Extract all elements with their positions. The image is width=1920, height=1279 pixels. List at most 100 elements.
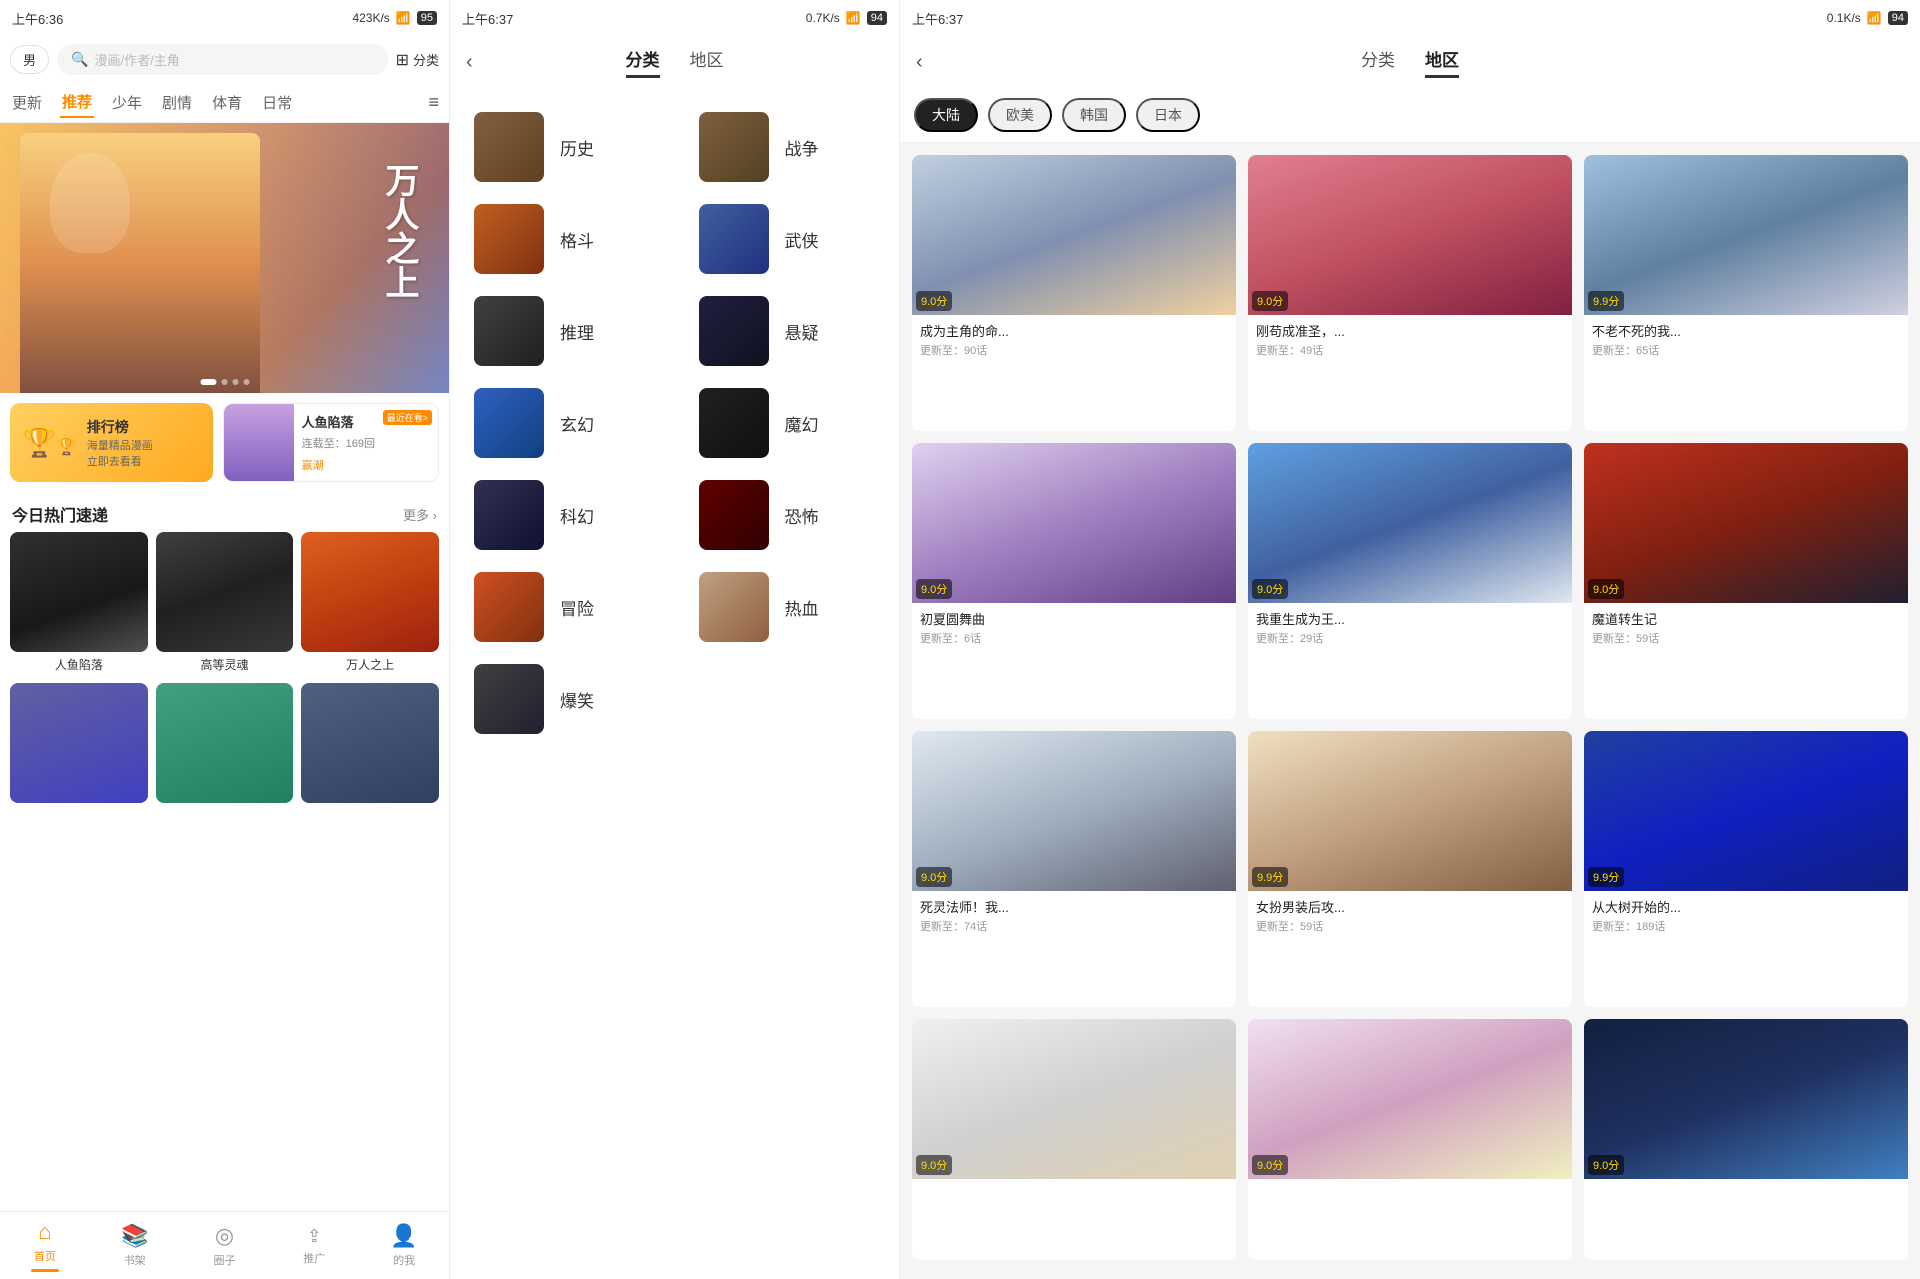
- cat-item-magic[interactable]: 魔幻: [691, 384, 884, 462]
- cat-label-adv: 冒险: [560, 595, 594, 620]
- cat-label-hot: 热血: [785, 595, 819, 620]
- cat-tab-region[interactable]: 地区: [690, 46, 724, 78]
- region-manga-2[interactable]: 9.0分 刚苟成准圣，... 更新至：49话: [1248, 155, 1572, 431]
- search-input-area[interactable]: 漫画/作者/主角: [57, 44, 388, 75]
- tab-youth[interactable]: 少年: [110, 88, 144, 117]
- cat-item-fight[interactable]: 格斗: [466, 200, 659, 278]
- reg-header: ‹ 分类 地区: [900, 36, 1920, 88]
- search-icon: [71, 51, 88, 68]
- nav-shelf[interactable]: 📚 书架: [90, 1217, 180, 1274]
- cat-item-reason[interactable]: 推理: [466, 292, 659, 370]
- region-title-9: 从大树开始的...: [1592, 897, 1900, 916]
- cat-label-hist: 历史: [560, 135, 594, 160]
- region-cover-1: 9.0分: [912, 155, 1236, 315]
- cat-left-col: 历史 格斗 推理 玄幻 科幻 冒险: [450, 96, 675, 750]
- region-update-2: 更新至：49话: [1256, 342, 1564, 358]
- nav-tabs: 更新 推荐 少年 剧情 体育 日常 ≡: [0, 83, 449, 123]
- cat-item-wuxia[interactable]: 武侠: [691, 200, 884, 278]
- cat-status-bar: 上午6:37 0.7K/s 📶 94: [450, 0, 899, 36]
- classify-button[interactable]: ⊞ 分类: [396, 50, 439, 70]
- status-bar: 上午6:36 423K/s 📶 95: [0, 0, 449, 36]
- nav-community[interactable]: ◎ 圈子: [180, 1217, 270, 1274]
- region-manga-6[interactable]: 9.0分 魔道转生记 更新至：59话: [1584, 443, 1908, 719]
- manga-card-6[interactable]: [301, 683, 439, 807]
- filter-japan[interactable]: 日本: [1136, 98, 1200, 132]
- shelf-icon: 📚: [121, 1223, 148, 1249]
- cat-right-col: 战争 武侠 悬疑 魔幻 恐怖 热血: [675, 96, 900, 750]
- score-6: 9.0分: [1588, 579, 1624, 599]
- category-panel: 上午6:37 0.7K/s 📶 94 ‹ 分类 地区 历史 格斗: [450, 0, 900, 1279]
- nav-menu-icon[interactable]: ≡: [428, 92, 439, 113]
- nav-home[interactable]: ⌂ 首页: [0, 1213, 90, 1278]
- cat-thumb-war: [699, 112, 769, 182]
- wifi-icon: 📶: [396, 11, 411, 25]
- more-link[interactable]: 更多 ›: [403, 505, 437, 524]
- tab-daily[interactable]: 日常: [260, 88, 294, 117]
- region-manga-1[interactable]: 9.0分 成为主角的命... 更新至：90话: [912, 155, 1236, 431]
- tab-drama[interactable]: 剧情: [160, 88, 194, 117]
- manga-card-2[interactable]: 高等灵魂: [156, 532, 294, 673]
- tab-recommend[interactable]: 推荐: [60, 87, 94, 118]
- cat-thumb-adv: [474, 572, 544, 642]
- manga-card-1[interactable]: 人鱼陷落: [10, 532, 148, 673]
- filter-mainland[interactable]: 大陆: [914, 98, 978, 132]
- tab-sports[interactable]: 体育: [210, 88, 244, 117]
- cat-item-hot[interactable]: 热血: [691, 568, 884, 646]
- region-title-6: 魔道转生记: [1592, 609, 1900, 628]
- region-update-5: 更新至：29话: [1256, 630, 1564, 646]
- score-2: 9.0分: [1252, 291, 1288, 311]
- cat-tab-category[interactable]: 分类: [626, 46, 660, 78]
- cat-thumb-comedy: [474, 664, 544, 734]
- cat-item-war[interactable]: 战争: [691, 108, 884, 186]
- cat-item-scifi[interactable]: 科幻: [466, 476, 659, 554]
- region-manga-7[interactable]: 9.0分 死灵法师！我... 更新至：74话: [912, 731, 1236, 1007]
- manga-card-3[interactable]: 万人之上: [301, 532, 439, 673]
- region-manga-12[interactable]: 9.0分: [1584, 1019, 1908, 1260]
- manga-thumb-5: [156, 683, 294, 803]
- region-manga-11[interactable]: 9.0分: [1248, 1019, 1572, 1260]
- filter-western[interactable]: 欧美: [988, 98, 1052, 132]
- region-title-7: 死灵法师！我...: [920, 897, 1228, 916]
- cat-item-mystery[interactable]: 悬疑: [691, 292, 884, 370]
- recent-sub: 连载至：169回: [302, 435, 430, 451]
- region-manga-9[interactable]: 9.9分 从大树开始的... 更新至：189话: [1584, 731, 1908, 1007]
- region-manga-5[interactable]: 9.0分 我重生成为王... 更新至：29话: [1248, 443, 1572, 719]
- ranking-section: 🏆 排行榜 海量精品漫画 立即去看看 人鱼陷落 连载至：169回 赢潮 最近在看…: [0, 393, 449, 492]
- home-label: 首页: [34, 1248, 56, 1264]
- score-5: 9.0分: [1252, 579, 1288, 599]
- reg-back-button[interactable]: ‹: [916, 51, 923, 74]
- manga-card-5[interactable]: [156, 683, 294, 807]
- cat-item-hist[interactable]: 历史: [466, 108, 659, 186]
- region-manga-4[interactable]: 9.0分 初夏圆舞曲 更新至：6话: [912, 443, 1236, 719]
- cat-item-xuan[interactable]: 玄幻: [466, 384, 659, 462]
- banner[interactable]: 万人之上: [0, 123, 449, 393]
- reg-tab-region[interactable]: 地区: [1425, 46, 1459, 78]
- cat-back-button[interactable]: ‹: [466, 51, 473, 74]
- ranking-card[interactable]: 🏆 排行榜 海量精品漫画 立即去看看: [10, 403, 213, 482]
- filter-korea[interactable]: 韩国: [1062, 98, 1126, 132]
- cat-thumb-hot: [699, 572, 769, 642]
- tab-update[interactable]: 更新: [10, 88, 44, 117]
- cat-item-horror[interactable]: 恐怖: [691, 476, 884, 554]
- cat-item-adv[interactable]: 冒险: [466, 568, 659, 646]
- recent-card[interactable]: 人鱼陷落 连载至：169回 赢潮 最近在看>: [223, 403, 439, 482]
- region-manga-10[interactable]: 9.0分: [912, 1019, 1236, 1260]
- cat-label-horror: 恐怖: [785, 503, 819, 528]
- manga-name-3: 万人之上: [301, 656, 439, 673]
- cat-thumb-xuan: [474, 388, 544, 458]
- region-manga-3[interactable]: 9.9分 不老不死的我... 更新至：65话: [1584, 155, 1908, 431]
- nav-profile[interactable]: 👤 的我: [359, 1217, 449, 1274]
- region-manga-8[interactable]: 9.9分 女扮男装后攻... 更新至：59话: [1248, 731, 1572, 1007]
- cat-thumb-mystery: [699, 296, 769, 366]
- manga-name-2: 高等灵魂: [156, 656, 294, 673]
- cat-battery: 94: [867, 11, 887, 25]
- reg-tab-category[interactable]: 分类: [1361, 46, 1395, 78]
- cat-item-comedy[interactable]: 爆笑: [466, 660, 659, 738]
- region-update-3: 更新至：65话: [1592, 342, 1900, 358]
- score-1: 9.0分: [916, 291, 952, 311]
- region-update-4: 更新至：6话: [920, 630, 1228, 646]
- gender-button[interactable]: 男: [10, 45, 49, 74]
- nav-promote[interactable]: ⇪ 推广: [269, 1220, 359, 1272]
- manga-card-4[interactable]: [10, 683, 148, 807]
- classify-label: 分类: [413, 50, 439, 69]
